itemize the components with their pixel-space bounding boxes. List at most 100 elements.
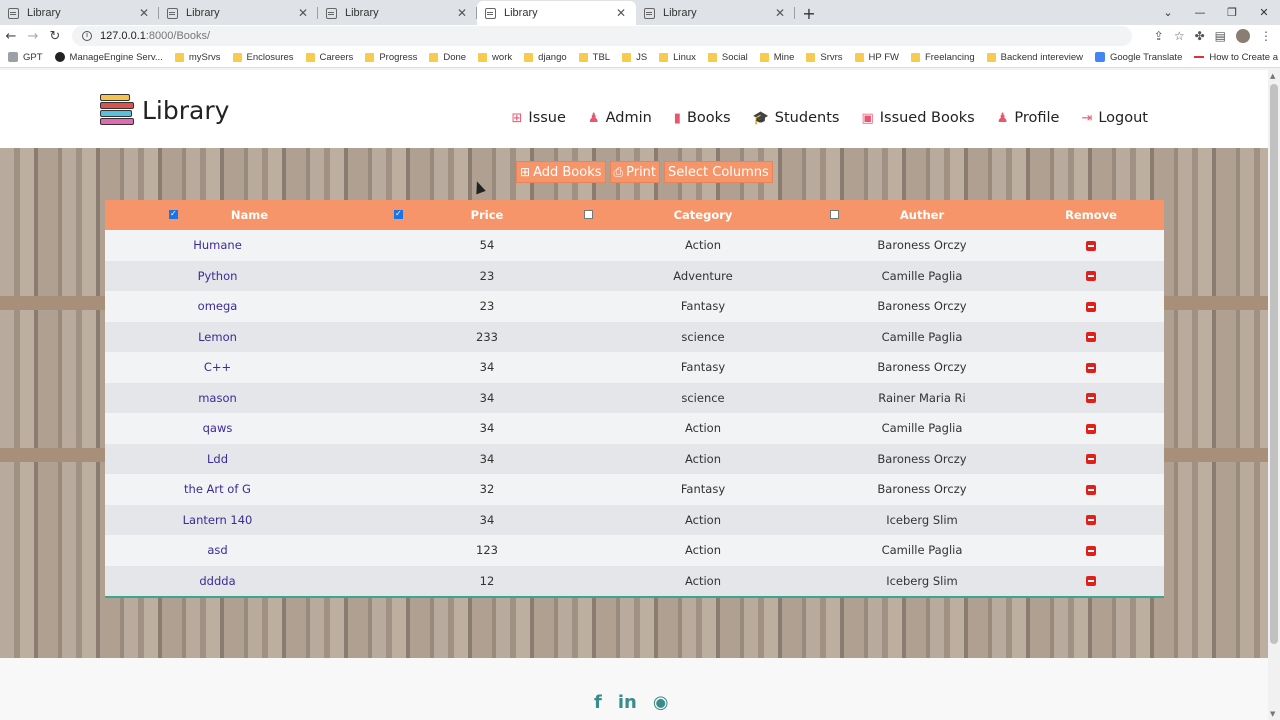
extensions-icon[interactable]: ✤ [1195, 29, 1205, 43]
bookmark-item[interactable]: JS [622, 52, 647, 63]
tab-close-icon[interactable]: ✕ [137, 6, 151, 20]
column-toggle-checkbox[interactable] [584, 210, 593, 219]
scroll-down-icon[interactable]: ▼ [1270, 710, 1275, 718]
bookmark-item[interactable]: TBL [578, 52, 610, 63]
add-books-button[interactable]: ⊞ Add Books [516, 161, 606, 183]
column-header-auther: Auther [826, 200, 1018, 230]
remove-icon[interactable] [1086, 484, 1096, 495]
book-name-link[interactable]: Ldd [105, 444, 394, 475]
bookmark-item[interactable]: Srvrs [806, 52, 843, 63]
bookmark-item[interactable]: HP FW [854, 52, 899, 63]
remove-icon[interactable] [1086, 576, 1096, 587]
facebook-icon[interactable]: f [594, 692, 602, 713]
remove-icon[interactable] [1086, 545, 1096, 556]
bookmark-item[interactable]: Social [707, 52, 748, 63]
select-columns-button[interactable]: Select Columns [664, 161, 773, 183]
tab-close-icon[interactable]: ✕ [455, 6, 469, 20]
bookmark-item[interactable]: How to Create a W... [1194, 52, 1280, 63]
browser-tab[interactable]: Library ✕ [318, 1, 477, 25]
browser-tab[interactable]: Library ✕ [159, 1, 318, 25]
remove-icon[interactable] [1086, 515, 1096, 526]
remove-icon[interactable] [1086, 393, 1096, 404]
book-name-link[interactable]: Humane [105, 230, 394, 261]
remove-icon[interactable] [1086, 271, 1096, 282]
remove-cell [1018, 322, 1164, 353]
book-name-link[interactable]: Lantern 140 [105, 505, 394, 536]
bookmark-item[interactable]: GPT [8, 52, 43, 63]
remove-icon[interactable] [1086, 240, 1096, 251]
bookmark-item[interactable]: Google Translate [1095, 52, 1182, 63]
github-icon[interactable]: ◉ [653, 692, 669, 713]
linkedin-icon[interactable]: in [618, 692, 637, 713]
tab-close-icon[interactable]: ✕ [773, 6, 787, 20]
remove-icon[interactable] [1086, 454, 1096, 465]
bookmark-item[interactable]: django [524, 52, 567, 63]
restore-button[interactable]: ❐ [1216, 6, 1248, 19]
tab-title: Library [186, 7, 220, 19]
bookmark-item[interactable]: Enclosures [232, 52, 294, 63]
brand[interactable]: Library [100, 92, 229, 128]
bookmark-item[interactable]: ManageEngine Serv... [54, 52, 163, 63]
nav-item-students[interactable]: 🎓 Students [753, 110, 840, 126]
tab-search-icon[interactable]: ⌄ [1152, 6, 1184, 19]
bookmark-item[interactable]: Linux [659, 52, 696, 63]
remove-icon[interactable] [1086, 423, 1096, 434]
nav-item-issue[interactable]: ⊞ Issue [512, 110, 566, 126]
column-toggle-checkbox[interactable] [830, 210, 839, 219]
new-tab-button[interactable]: + [795, 1, 823, 25]
reload-icon[interactable]: ↻ [44, 29, 66, 44]
tab-close-icon[interactable]: ✕ [296, 6, 310, 20]
nav-item-profile[interactable]: ♟ Profile [997, 110, 1060, 126]
nav-item-logout[interactable]: ⇥ Logout [1081, 110, 1148, 126]
select-columns-label: Select Columns [668, 164, 769, 180]
remove-icon[interactable] [1086, 332, 1096, 343]
menu-icon[interactable]: ⋮ [1260, 29, 1272, 43]
print-button[interactable]: ⎙ Print [609, 161, 661, 183]
bookmark-item[interactable]: mySrvs [174, 52, 221, 63]
nav-item-books[interactable]: ▮ Books [674, 110, 731, 126]
close-window-button[interactable]: ✕ [1248, 6, 1280, 19]
remove-icon[interactable] [1086, 301, 1096, 312]
bookmark-item[interactable]: work [478, 52, 512, 63]
bookmark-item[interactable]: Mine [759, 52, 794, 63]
remove-cell [1018, 444, 1164, 475]
book-name-link[interactable]: the Art of G [105, 474, 394, 505]
side-panel-icon[interactable]: ▤ [1215, 29, 1226, 43]
tab-close-icon[interactable]: ✕ [614, 6, 628, 20]
site-info-icon[interactable]: i [82, 31, 92, 41]
column-toggle-checkbox[interactable] [169, 209, 178, 219]
scrollbar-thumb[interactable] [1270, 84, 1278, 644]
share-icon[interactable]: ⇪ [1154, 29, 1164, 43]
bookmark-item[interactable]: Careers [305, 52, 353, 63]
column-toggle-checkbox[interactable] [394, 209, 403, 219]
bookmark-star-icon[interactable]: ☆ [1174, 29, 1185, 43]
book-name-link[interactable]: qaws [105, 413, 394, 444]
book-name-link[interactable]: dddda [105, 566, 394, 597]
sign-out-icon: ⇥ [1081, 110, 1093, 126]
browser-tab[interactable]: Library ✕ [0, 1, 159, 25]
page-scrollbar[interactable]: ▲ ▼ [1268, 70, 1280, 720]
sd-bookmark-icon [54, 52, 65, 62]
url-input[interactable]: i 127.0.0.1:8000/Books/ [72, 26, 1132, 46]
bookmark-item[interactable]: Freelancing [910, 52, 975, 63]
book-name-link[interactable]: omega [105, 291, 394, 322]
back-icon[interactable]: ← [0, 29, 22, 44]
nav-item-admin[interactable]: ♟ Admin [588, 110, 652, 126]
scroll-up-icon[interactable]: ▲ [1270, 72, 1275, 80]
browser-tab[interactable]: Library ✕ [636, 1, 795, 25]
book-name-link[interactable]: mason [105, 383, 394, 414]
minimize-button[interactable]: — [1184, 6, 1216, 19]
browser-tab[interactable]: Library ✕ [477, 1, 636, 25]
bookmark-item[interactable]: Progress [365, 52, 417, 63]
book-price: 34 [479, 421, 495, 436]
forward-icon[interactable]: → [22, 29, 44, 44]
book-name-link[interactable]: asd [105, 535, 394, 566]
nav-item-issued-books[interactable]: ▣ Issued Books [861, 110, 974, 126]
book-name-link[interactable]: C++ [105, 352, 394, 383]
bookmark-item[interactable]: Backend intereview [986, 52, 1083, 63]
bookmark-item[interactable]: Done [429, 52, 466, 63]
remove-icon[interactable] [1086, 362, 1096, 373]
book-name-link[interactable]: Lemon [105, 322, 394, 353]
profile-avatar[interactable] [1236, 29, 1250, 43]
book-name-link[interactable]: Python [105, 261, 394, 292]
